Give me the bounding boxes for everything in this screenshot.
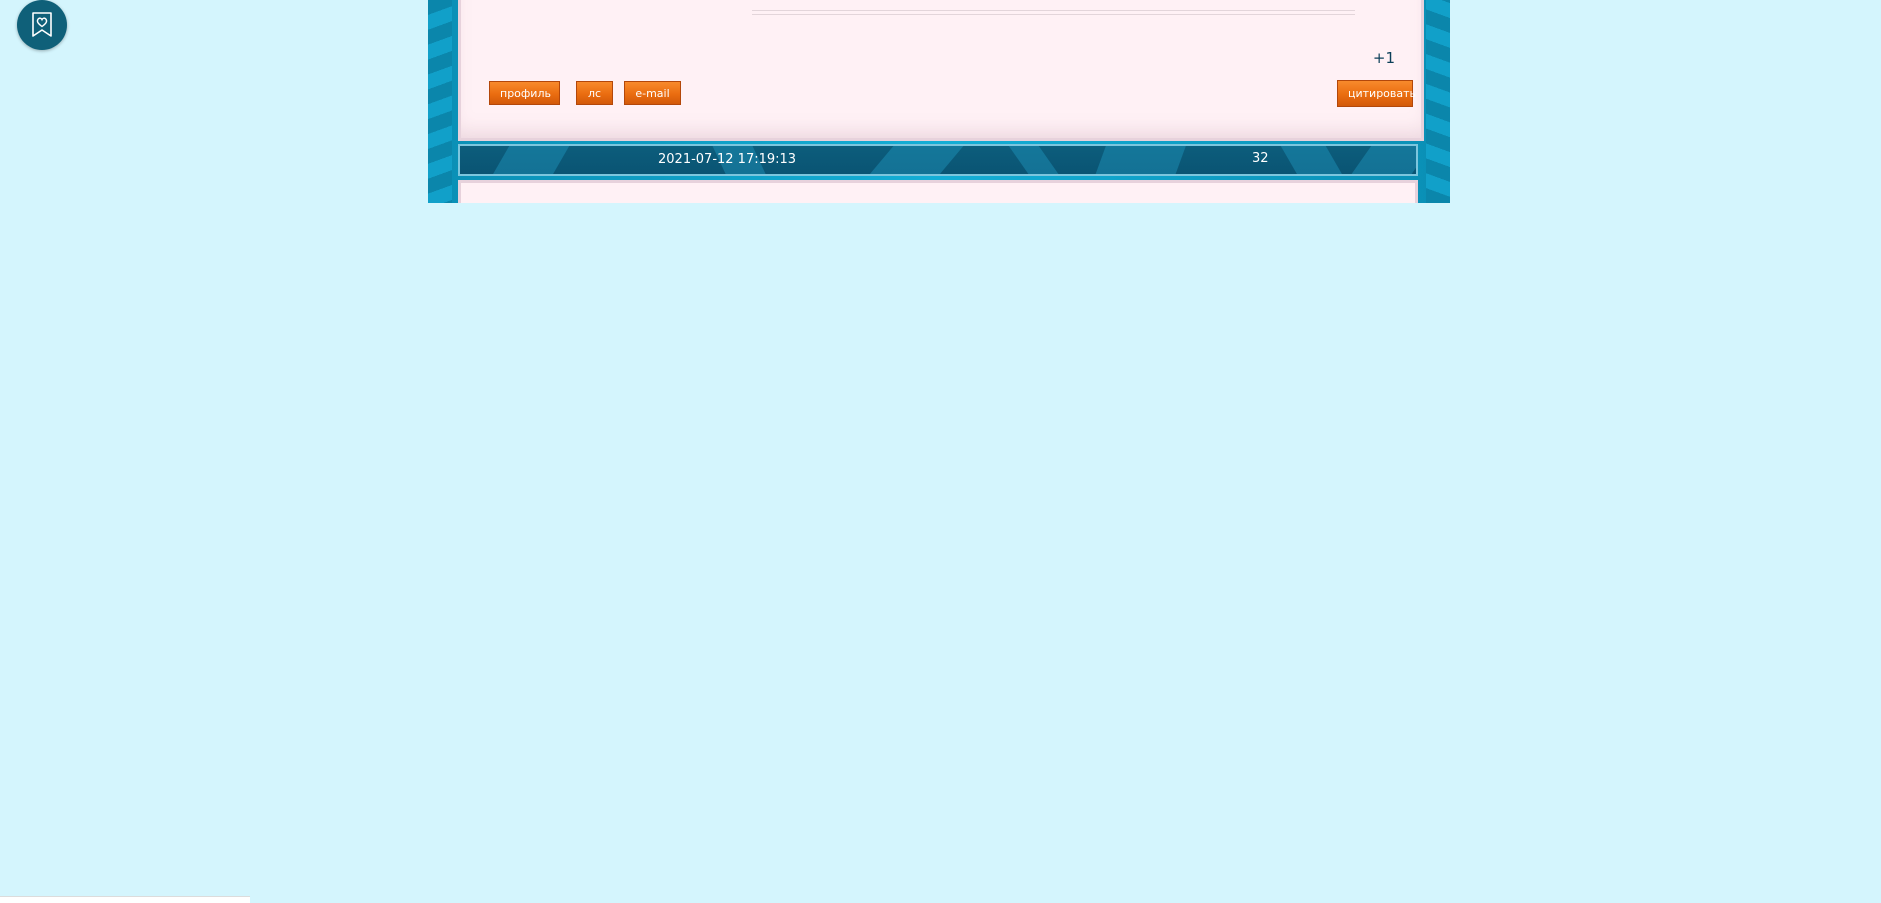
post-date: 2021-07-12 17:19:13 (658, 152, 797, 167)
forum-frame: +1 профиль лс e-mail цитировать 2021-07-… (428, 0, 1450, 203)
signature-divider (752, 10, 1355, 15)
next-post-body (458, 180, 1418, 203)
frame-border-left (428, 0, 452, 203)
post-rating[interactable]: +1 (1373, 49, 1395, 67)
frame-border-right (1426, 0, 1450, 203)
private-message-button[interactable]: лс (576, 81, 613, 105)
bookmark-heart-icon (32, 12, 52, 37)
bookmark-button[interactable] (17, 0, 67, 50)
post-body: +1 профиль лс e-mail цитировать (458, 0, 1424, 141)
post-header: 2021-07-12 17:19:13 32 (458, 144, 1418, 176)
post-number[interactable]: 32 (1252, 151, 1269, 166)
profile-button[interactable]: профиль (489, 81, 560, 105)
quote-button[interactable]: цитировать (1337, 80, 1416, 107)
email-button[interactable]: e-mail (624, 81, 681, 105)
